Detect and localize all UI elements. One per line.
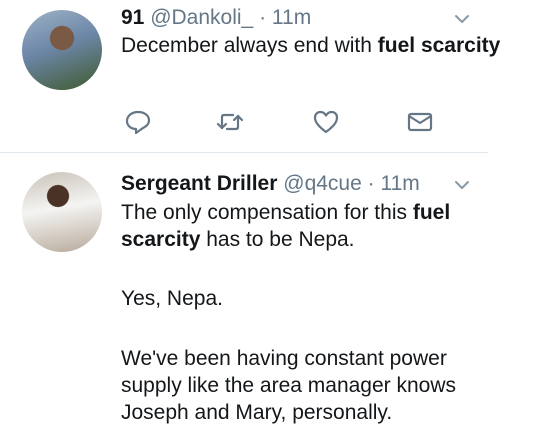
tweet-text-bold: fuel scarcity [377,34,501,57]
tweet-header: 91 @Dankoli_ · 11m [121,6,311,30]
avatar[interactable] [22,10,102,90]
retweet-icon[interactable] [216,108,244,136]
tweet-text-plain: December always end with [121,34,378,57]
timestamp[interactable]: 11m [380,172,419,195]
tweet-actions [0,108,534,138]
display-name[interactable]: Sergeant Driller [121,172,277,195]
timestamp[interactable]: 11m [272,6,311,29]
tweet-2[interactable]: Sergeant Driller @q4cue · 11m The only c… [0,152,534,432]
tweet-text-bold: fuel [412,201,451,224]
chevron-down-icon[interactable] [454,14,470,24]
tweet-text-plain: The only compensation for this [121,201,413,224]
chevron-down-icon[interactable] [454,180,470,190]
separator: · [259,6,267,29]
tweet-1[interactable]: 91 @Dankoli_ · 11m December always end w… [0,0,534,152]
separator: · [367,172,375,195]
tweet-text-plain: has to be Nepa. [200,228,355,251]
user-handle[interactable]: @Dankoli_ [150,6,253,29]
reply-icon[interactable] [124,108,152,136]
display-name[interactable]: 91 [121,6,144,29]
tweet-header: Sergeant Driller @q4cue · 11m [121,172,420,196]
tweet-text-paragraph: Yes, Nepa. [121,287,223,310]
tweet-text-paragraph: The only compensation for this fuel scarc… [121,199,511,253]
heart-icon[interactable] [312,108,340,136]
envelope-icon[interactable] [406,108,434,136]
avatar[interactable] [22,172,102,252]
user-handle[interactable]: @q4cue [283,172,362,195]
tweet-text-paragraph: We've been having constant power supply … [121,347,457,424]
tweet-text: December always end with fuel scarcity [121,32,511,59]
tweet-text-bold: scarcity [121,228,201,251]
